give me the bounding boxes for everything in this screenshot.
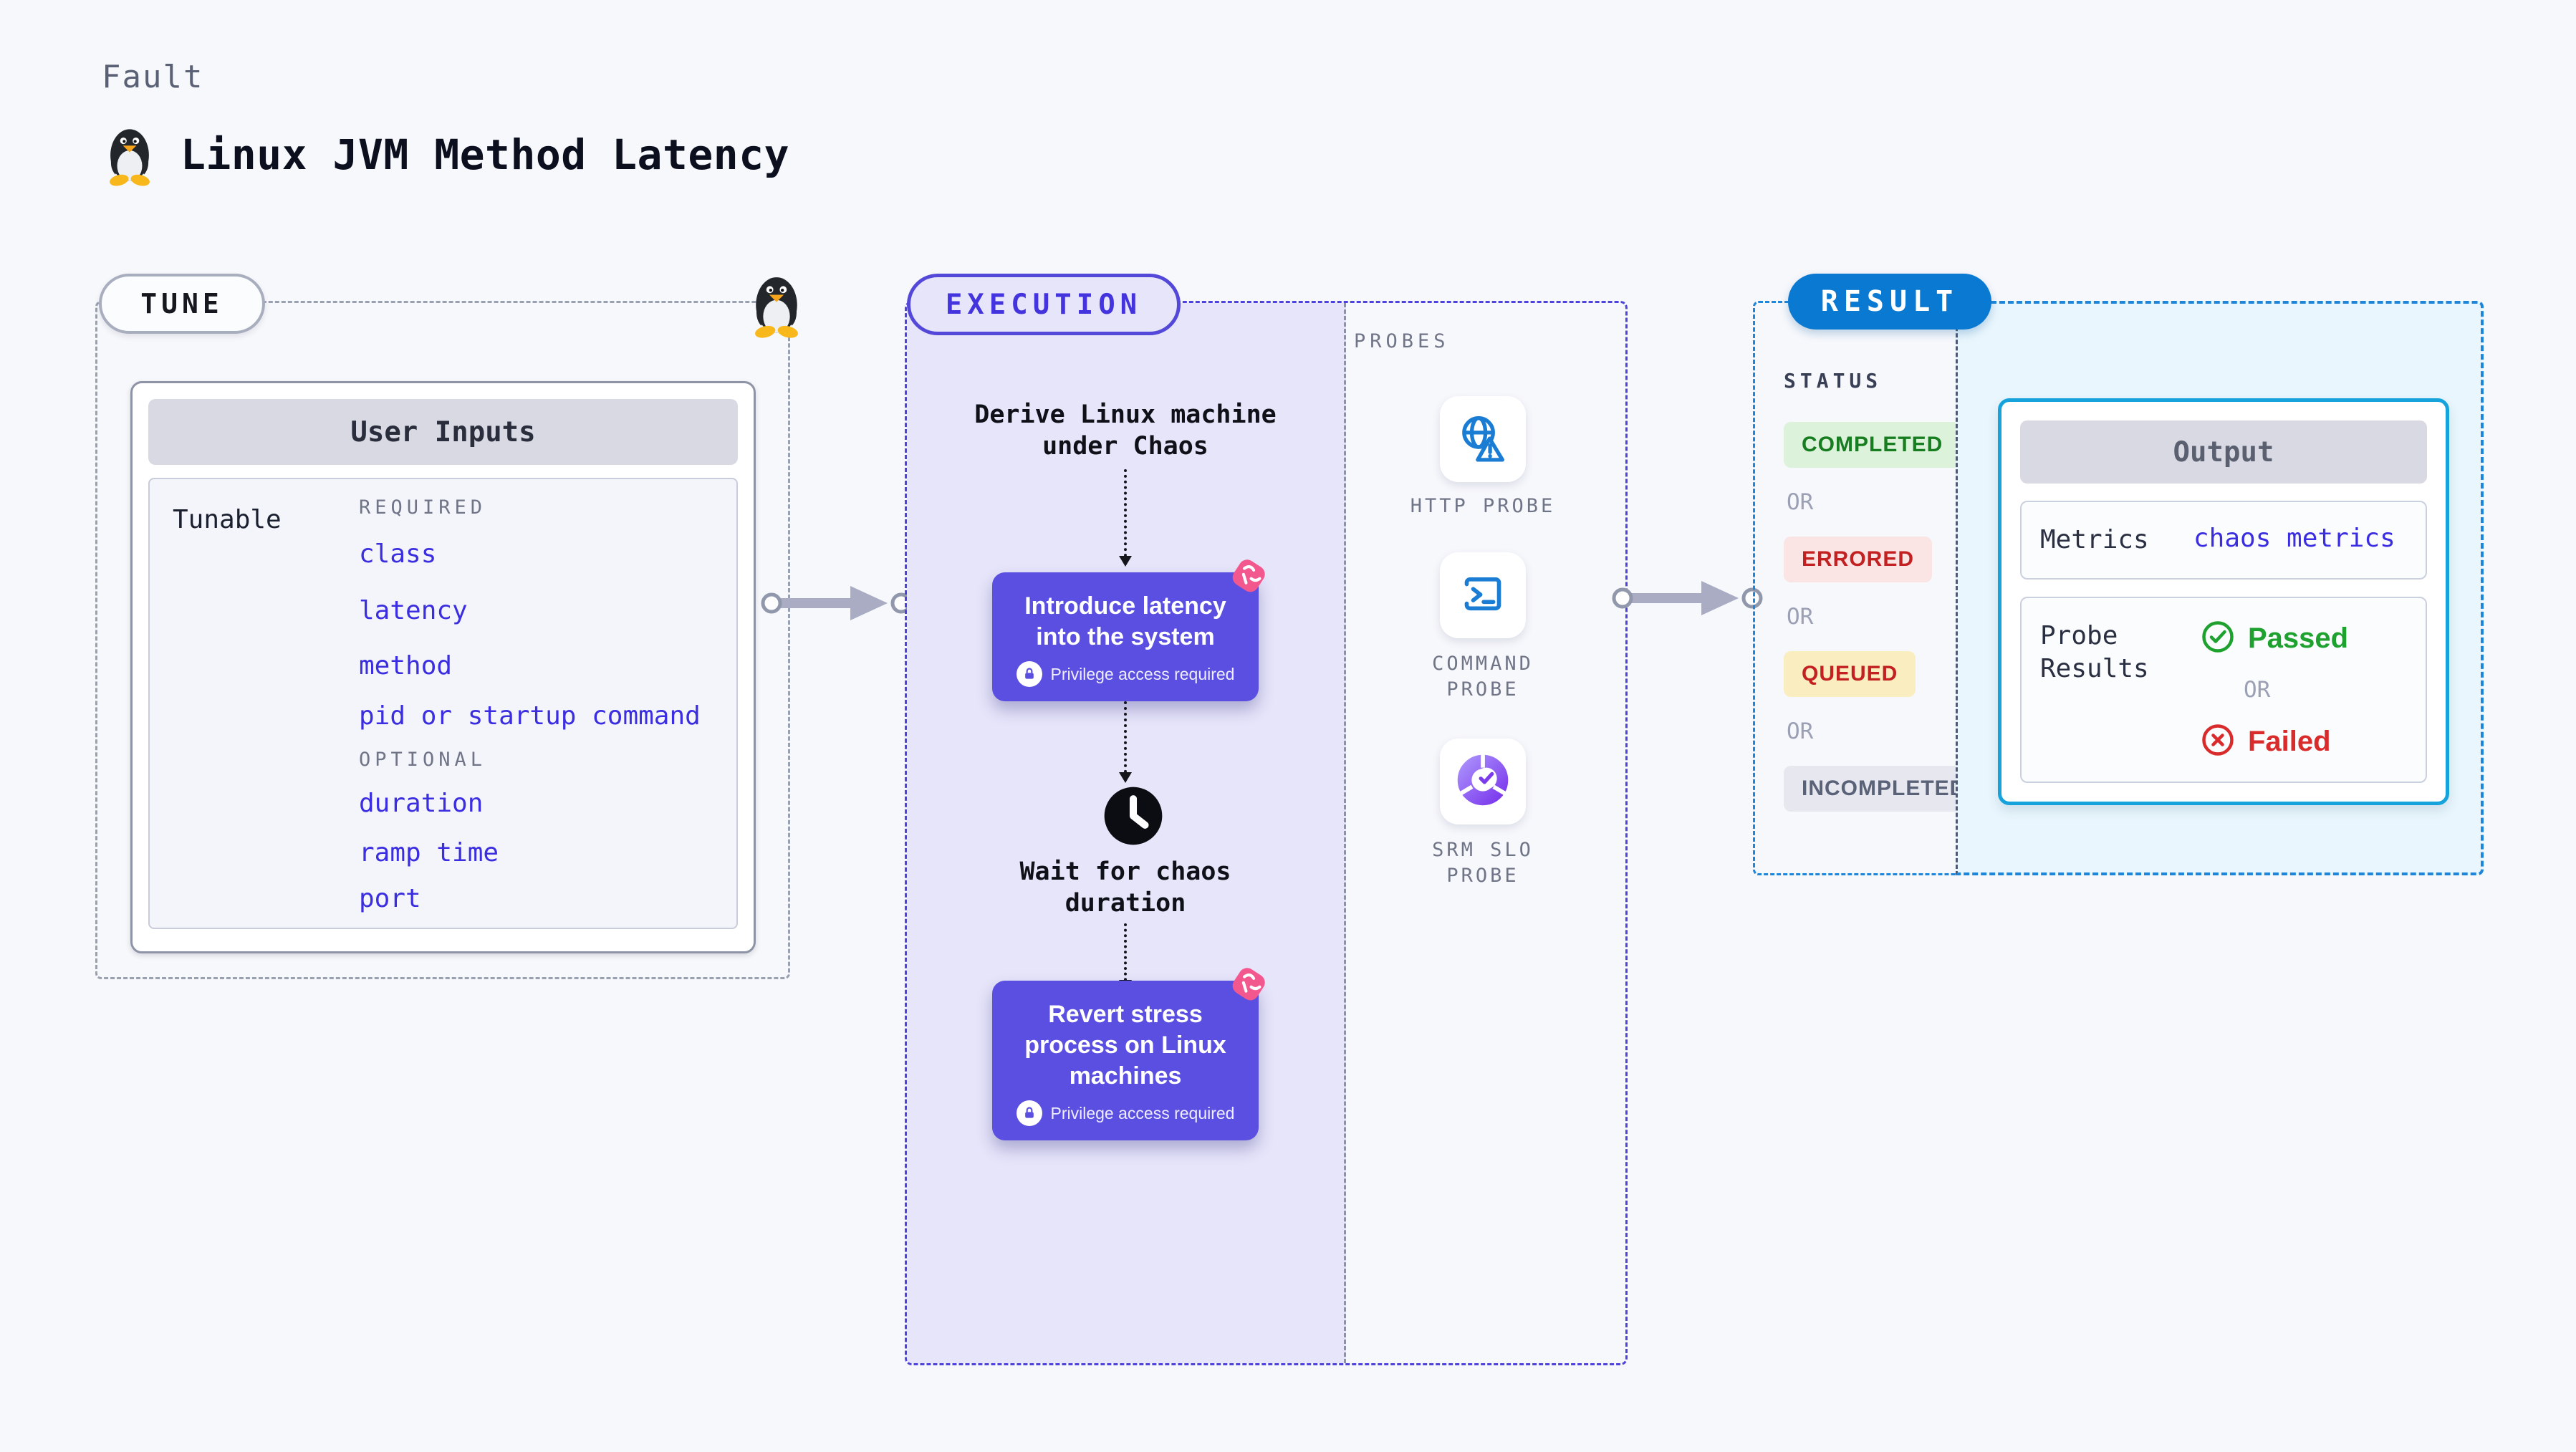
- fault-diagram-page: Fault Linux JVM Method Latency TUNE User…: [0, 0, 2576, 1452]
- tux-penguin-icon-small: [744, 268, 809, 341]
- status-badge-incompleted: INCOMPLETED: [1784, 766, 1984, 812]
- tunable-label: Tunable: [173, 505, 282, 534]
- status-badge-queued: QUEUED: [1784, 651, 1916, 697]
- execution-section: Derive Linux machine under Chaos Introdu…: [905, 301, 1628, 1365]
- probe-result-failed: Failed: [2201, 723, 2348, 760]
- tux-penguin-icon: [99, 120, 160, 189]
- input-method: method: [359, 651, 453, 681]
- metrics-value[interactable]: chaos metrics: [2193, 524, 2395, 553]
- globe-alert-icon: [1456, 410, 1510, 468]
- revert-stress-label: Revert stress process on Linux machines: [1024, 1001, 1226, 1090]
- input-port: port: [359, 884, 421, 913]
- srm-slo-probe-label: SRM SLO PROBE: [1432, 839, 1534, 887]
- revert-stress-node[interactable]: Revert stress process on Linux machines …: [992, 968, 1265, 1140]
- input-latency: latency: [359, 596, 468, 625]
- status-badge-completed: COMPLETED: [1784, 422, 1961, 468]
- chaos-icon: [1232, 968, 1265, 1001]
- probe-results-row: Probe Results Passed OR Failed: [2020, 597, 2427, 783]
- required-label: REQUIRED: [359, 496, 487, 519]
- status-title: STATUS: [1784, 369, 1883, 393]
- input-ramp-time: ramp time: [359, 838, 499, 867]
- result-output-section: Output Metrics chaos metrics Probe Resul…: [1956, 301, 2484, 875]
- clock-icon: [1102, 784, 1165, 847]
- probe-result-passed: Passed: [2201, 620, 2348, 657]
- derive-step-text: Derive Linux machine under Chaos: [974, 400, 1277, 461]
- privilege-note: Privilege access required: [1050, 1103, 1235, 1122]
- page-title-row: Linux JVM Method Latency: [99, 120, 789, 189]
- output-card: Output Metrics chaos metrics Probe Resul…: [1998, 398, 2449, 805]
- lock-icon: [1016, 661, 1042, 687]
- passed-label: Passed: [2248, 622, 2349, 654]
- http-probe-label: HTTP PROBE: [1410, 495, 1556, 517]
- status-badge-errored: ERRORED: [1784, 537, 1933, 582]
- introduce-latency-node[interactable]: Introduce latency into the system Privil…: [992, 559, 1265, 701]
- command-probe-card[interactable]: [1440, 552, 1526, 638]
- terminal-icon: [1457, 568, 1509, 622]
- tune-to-execution-arrow: [761, 586, 912, 620]
- command-probe-label: COMMAND PROBE: [1432, 653, 1534, 701]
- or-label: OR: [2244, 677, 2271, 703]
- privilege-note: Privilege access required: [1050, 664, 1235, 683]
- chaos-icon: [1232, 559, 1265, 592]
- page-kicker: Fault: [102, 59, 204, 95]
- or-label: OR: [1787, 604, 1814, 630]
- user-inputs-list: Tunable REQUIRED class latency method pi…: [148, 478, 738, 929]
- page-title: Linux JVM Method Latency: [181, 130, 790, 179]
- status-badge-column: COMPLETED OR ERRORED OR QUEUED OR INCOMP…: [1784, 422, 1984, 812]
- or-label: OR: [1787, 489, 1814, 515]
- tune-pill: TUNE: [99, 274, 265, 334]
- metrics-row: Metrics chaos metrics: [2020, 501, 2427, 580]
- user-inputs-card: User Inputs Tunable REQUIRED class laten…: [130, 381, 756, 953]
- x-circle-icon: [2201, 723, 2235, 760]
- or-label: OR: [1787, 718, 1814, 744]
- flow-arrow-2: [1119, 701, 1132, 783]
- input-duration: duration: [359, 789, 484, 818]
- input-class: class: [359, 539, 437, 569]
- execution-flow-area: Derive Linux machine under Chaos Introdu…: [907, 303, 1346, 1363]
- output-title: Output: [2020, 420, 2427, 484]
- optional-label: OPTIONAL: [359, 749, 487, 771]
- probe-results-label: Probe Results: [2040, 621, 2149, 683]
- http-probe-card[interactable]: [1440, 396, 1526, 482]
- result-status-section: STATUS COMPLETED OR ERRORED OR QUEUED OR…: [1753, 301, 1984, 875]
- flow-arrow-1: [1119, 469, 1132, 567]
- result-pill: RESULT: [1788, 274, 1991, 330]
- srm-slo-probe-card[interactable]: [1440, 739, 1526, 824]
- flow-arrow-3: [1119, 923, 1132, 991]
- execution-to-result-arrow: [1612, 581, 1763, 615]
- failed-label: Failed: [2248, 725, 2331, 757]
- slo-donut-icon: [1456, 754, 1509, 809]
- introduce-latency-label: Introduce latency into the system: [1024, 592, 1226, 650]
- input-pid-or-startup-command: pid or startup command: [359, 701, 701, 731]
- metrics-label: Metrics: [2040, 525, 2149, 554]
- wait-step-text: Wait for chaos duration: [1019, 857, 1231, 918]
- probes-label: PROBES: [1354, 330, 1450, 352]
- user-inputs-title: User Inputs: [148, 399, 738, 465]
- lock-icon: [1016, 1100, 1042, 1126]
- execution-pill: EXECUTION: [907, 274, 1181, 335]
- check-circle-icon: [2201, 620, 2235, 657]
